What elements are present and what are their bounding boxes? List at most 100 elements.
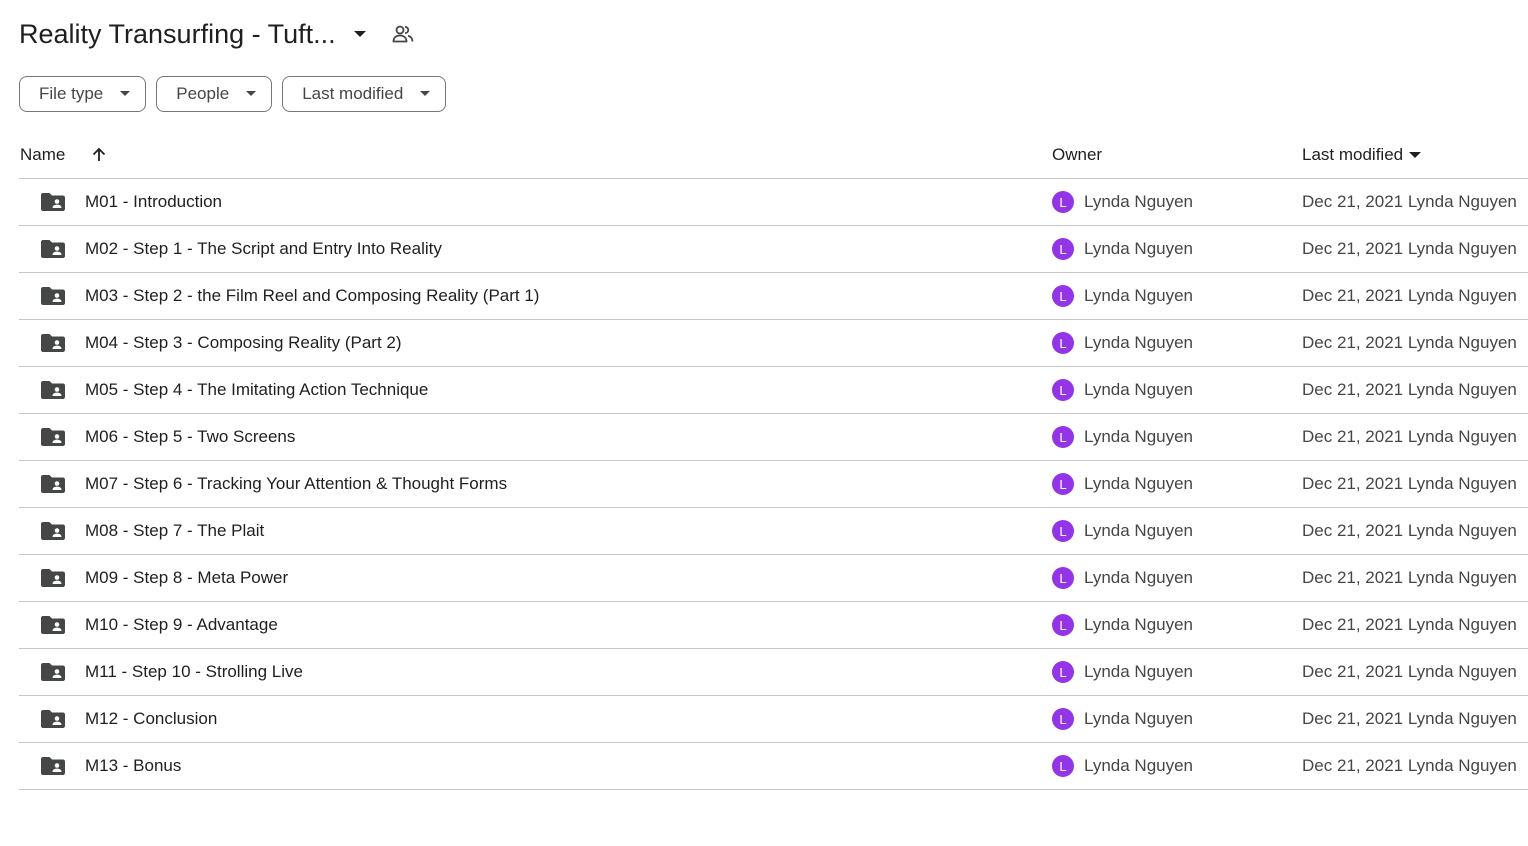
avatar: L [1052,473,1074,495]
last-modified-filter[interactable]: Last modified [282,76,447,112]
owner-cell: L Lynda Nguyen [1052,743,1193,789]
owner-cell: L Lynda Nguyen [1052,226,1193,272]
owner-name: Lynda Nguyen [1084,380,1194,399]
avatar: L [1052,379,1074,401]
owner-name: Lynda Nguyen [1084,333,1194,352]
shared-folder-icon [39,649,67,695]
table-row[interactable]: M02 - Step 1 - The Script and Entry Into… [19,226,1528,273]
last-modified-cell: Dec 21, 2021 Lynda Nguyen [1302,474,1517,493]
people-filter[interactable]: People [156,76,273,112]
last-modified-cell: Dec 21, 2021 Lynda Nguyen [1302,615,1517,634]
file-name[interactable]: M02 - Step 1 - The Script and Entry Into… [85,226,442,272]
shared-folder-icon [39,414,67,460]
last-modified-column-header[interactable]: Last modified [1302,132,1422,178]
caret-down-icon [117,86,133,102]
caret-down-icon[interactable] [348,22,372,46]
table-row[interactable]: M09 - Step 8 - Meta Power L Lynda Nguyen… [19,555,1528,602]
last-modified-header-label: Last modified [1302,145,1404,164]
table-row[interactable]: M11 - Step 10 - Strolling Live L Lynda N… [19,649,1528,696]
file-name[interactable]: M01 - Introduction [85,179,222,225]
file-name[interactable]: M08 - Step 7 - The Plait [85,508,264,554]
shared-folder-icon [39,367,67,413]
file-name[interactable]: M06 - Step 5 - Two Screens [85,414,295,460]
owner-cell: L Lynda Nguyen [1052,414,1193,460]
last-modified-cell: Dec 21, 2021 Lynda Nguyen [1302,239,1517,258]
file-list: Name Owner Last modified M01 - Introduct… [19,132,1528,790]
arrow-up-icon[interactable] [89,132,109,178]
owner-cell: L Lynda Nguyen [1052,649,1193,695]
last-modified-cell: Dec 21, 2021 Lynda Nguyen [1302,709,1517,728]
owner-cell: L Lynda Nguyen [1052,602,1193,648]
shared-folder-icon [39,273,67,319]
people-icon[interactable] [390,21,416,47]
shared-folder-icon [39,226,67,272]
last-modified-cell: Dec 21, 2021 Lynda Nguyen [1302,286,1517,305]
last-modified-cell: Dec 21, 2021 Lynda Nguyen [1302,756,1517,775]
file-type-filter[interactable]: File type [19,76,147,112]
file-name[interactable]: M05 - Step 4 - The Imitating Action Tech… [85,367,428,413]
owner-cell: L Lynda Nguyen [1052,555,1193,601]
file-name[interactable]: M12 - Conclusion [85,696,217,742]
owner-name: Lynda Nguyen [1084,521,1194,540]
file-name[interactable]: M13 - Bonus [85,743,181,789]
owner-name: Lynda Nguyen [1084,615,1194,634]
last-modified-cell: Dec 21, 2021 Lynda Nguyen [1302,521,1517,540]
avatar: L [1052,285,1074,307]
filter-label: File type [39,84,104,103]
filter-label: People [176,84,230,103]
table-row[interactable]: M03 - Step 2 - the Film Reel and Composi… [19,273,1528,320]
last-modified-cell: Dec 21, 2021 Lynda Nguyen [1302,333,1517,352]
owner-cell: L Lynda Nguyen [1052,696,1193,742]
file-name[interactable]: M03 - Step 2 - the Film Reel and Composi… [85,273,539,319]
table-row[interactable]: M10 - Step 9 - Advantage L Lynda Nguyen … [19,602,1528,649]
shared-folder-icon [39,696,67,742]
owner-column-header: Owner [1052,145,1103,164]
file-name[interactable]: M11 - Step 10 - Strolling Live [85,649,303,695]
last-modified-cell: Dec 21, 2021 Lynda Nguyen [1302,192,1517,211]
owner-cell: L Lynda Nguyen [1052,320,1193,366]
table-row[interactable]: M05 - Step 4 - The Imitating Action Tech… [19,367,1528,414]
owner-name: Lynda Nguyen [1084,192,1194,211]
table-row[interactable]: M07 - Step 6 - Tracking Your Attention &… [19,461,1528,508]
owner-name: Lynda Nguyen [1084,286,1194,305]
last-modified-cell: Dec 21, 2021 Lynda Nguyen [1302,662,1517,681]
owner-name: Lynda Nguyen [1084,756,1194,775]
file-name[interactable]: M09 - Step 8 - Meta Power [85,555,288,601]
owner-name: Lynda Nguyen [1084,568,1194,587]
folder-title-bar: Reality Transurfing - Tuft... [19,14,416,54]
shared-folder-icon [39,743,67,789]
table-row[interactable]: M12 - Conclusion L Lynda Nguyen Dec 21, … [19,696,1528,743]
avatar: L [1052,520,1074,542]
filter-label: Last modified [302,84,404,103]
filter-chips: File type People Last modified [19,76,447,112]
shared-folder-icon [39,602,67,648]
file-list-rows: M01 - Introduction L Lynda Nguyen Dec 21… [19,179,1528,790]
avatar: L [1052,238,1074,260]
file-name[interactable]: M07 - Step 6 - Tracking Your Attention &… [85,461,507,507]
avatar: L [1052,661,1074,683]
file-name[interactable]: M04 - Step 3 - Composing Reality (Part 2… [85,320,402,366]
shared-folder-icon [39,179,67,225]
shared-folder-icon [39,508,67,554]
shared-folder-icon [39,320,67,366]
avatar: L [1052,426,1074,448]
owner-cell: L Lynda Nguyen [1052,508,1193,554]
avatar: L [1052,567,1074,589]
owner-name: Lynda Nguyen [1084,709,1194,728]
table-row[interactable]: M13 - Bonus L Lynda Nguyen Dec 21, 2021 … [19,743,1528,790]
table-row[interactable]: M06 - Step 5 - Two Screens L Lynda Nguye… [19,414,1528,461]
owner-name: Lynda Nguyen [1084,239,1194,258]
caret-down-icon [243,86,259,102]
file-name[interactable]: M10 - Step 9 - Advantage [85,602,278,648]
table-row[interactable]: M08 - Step 7 - The Plait L Lynda Nguyen … [19,508,1528,555]
avatar: L [1052,755,1074,777]
name-column-header[interactable]: Name [20,132,65,178]
owner-name: Lynda Nguyen [1084,474,1194,493]
avatar: L [1052,614,1074,636]
folder-title[interactable]: Reality Transurfing - Tuft... [19,19,336,50]
shared-folder-icon [39,461,67,507]
table-row[interactable]: M04 - Step 3 - Composing Reality (Part 2… [19,320,1528,367]
table-row[interactable]: M01 - Introduction L Lynda Nguyen Dec 21… [19,179,1528,226]
owner-cell: L Lynda Nguyen [1052,179,1193,225]
last-modified-cell: Dec 21, 2021 Lynda Nguyen [1302,380,1517,399]
